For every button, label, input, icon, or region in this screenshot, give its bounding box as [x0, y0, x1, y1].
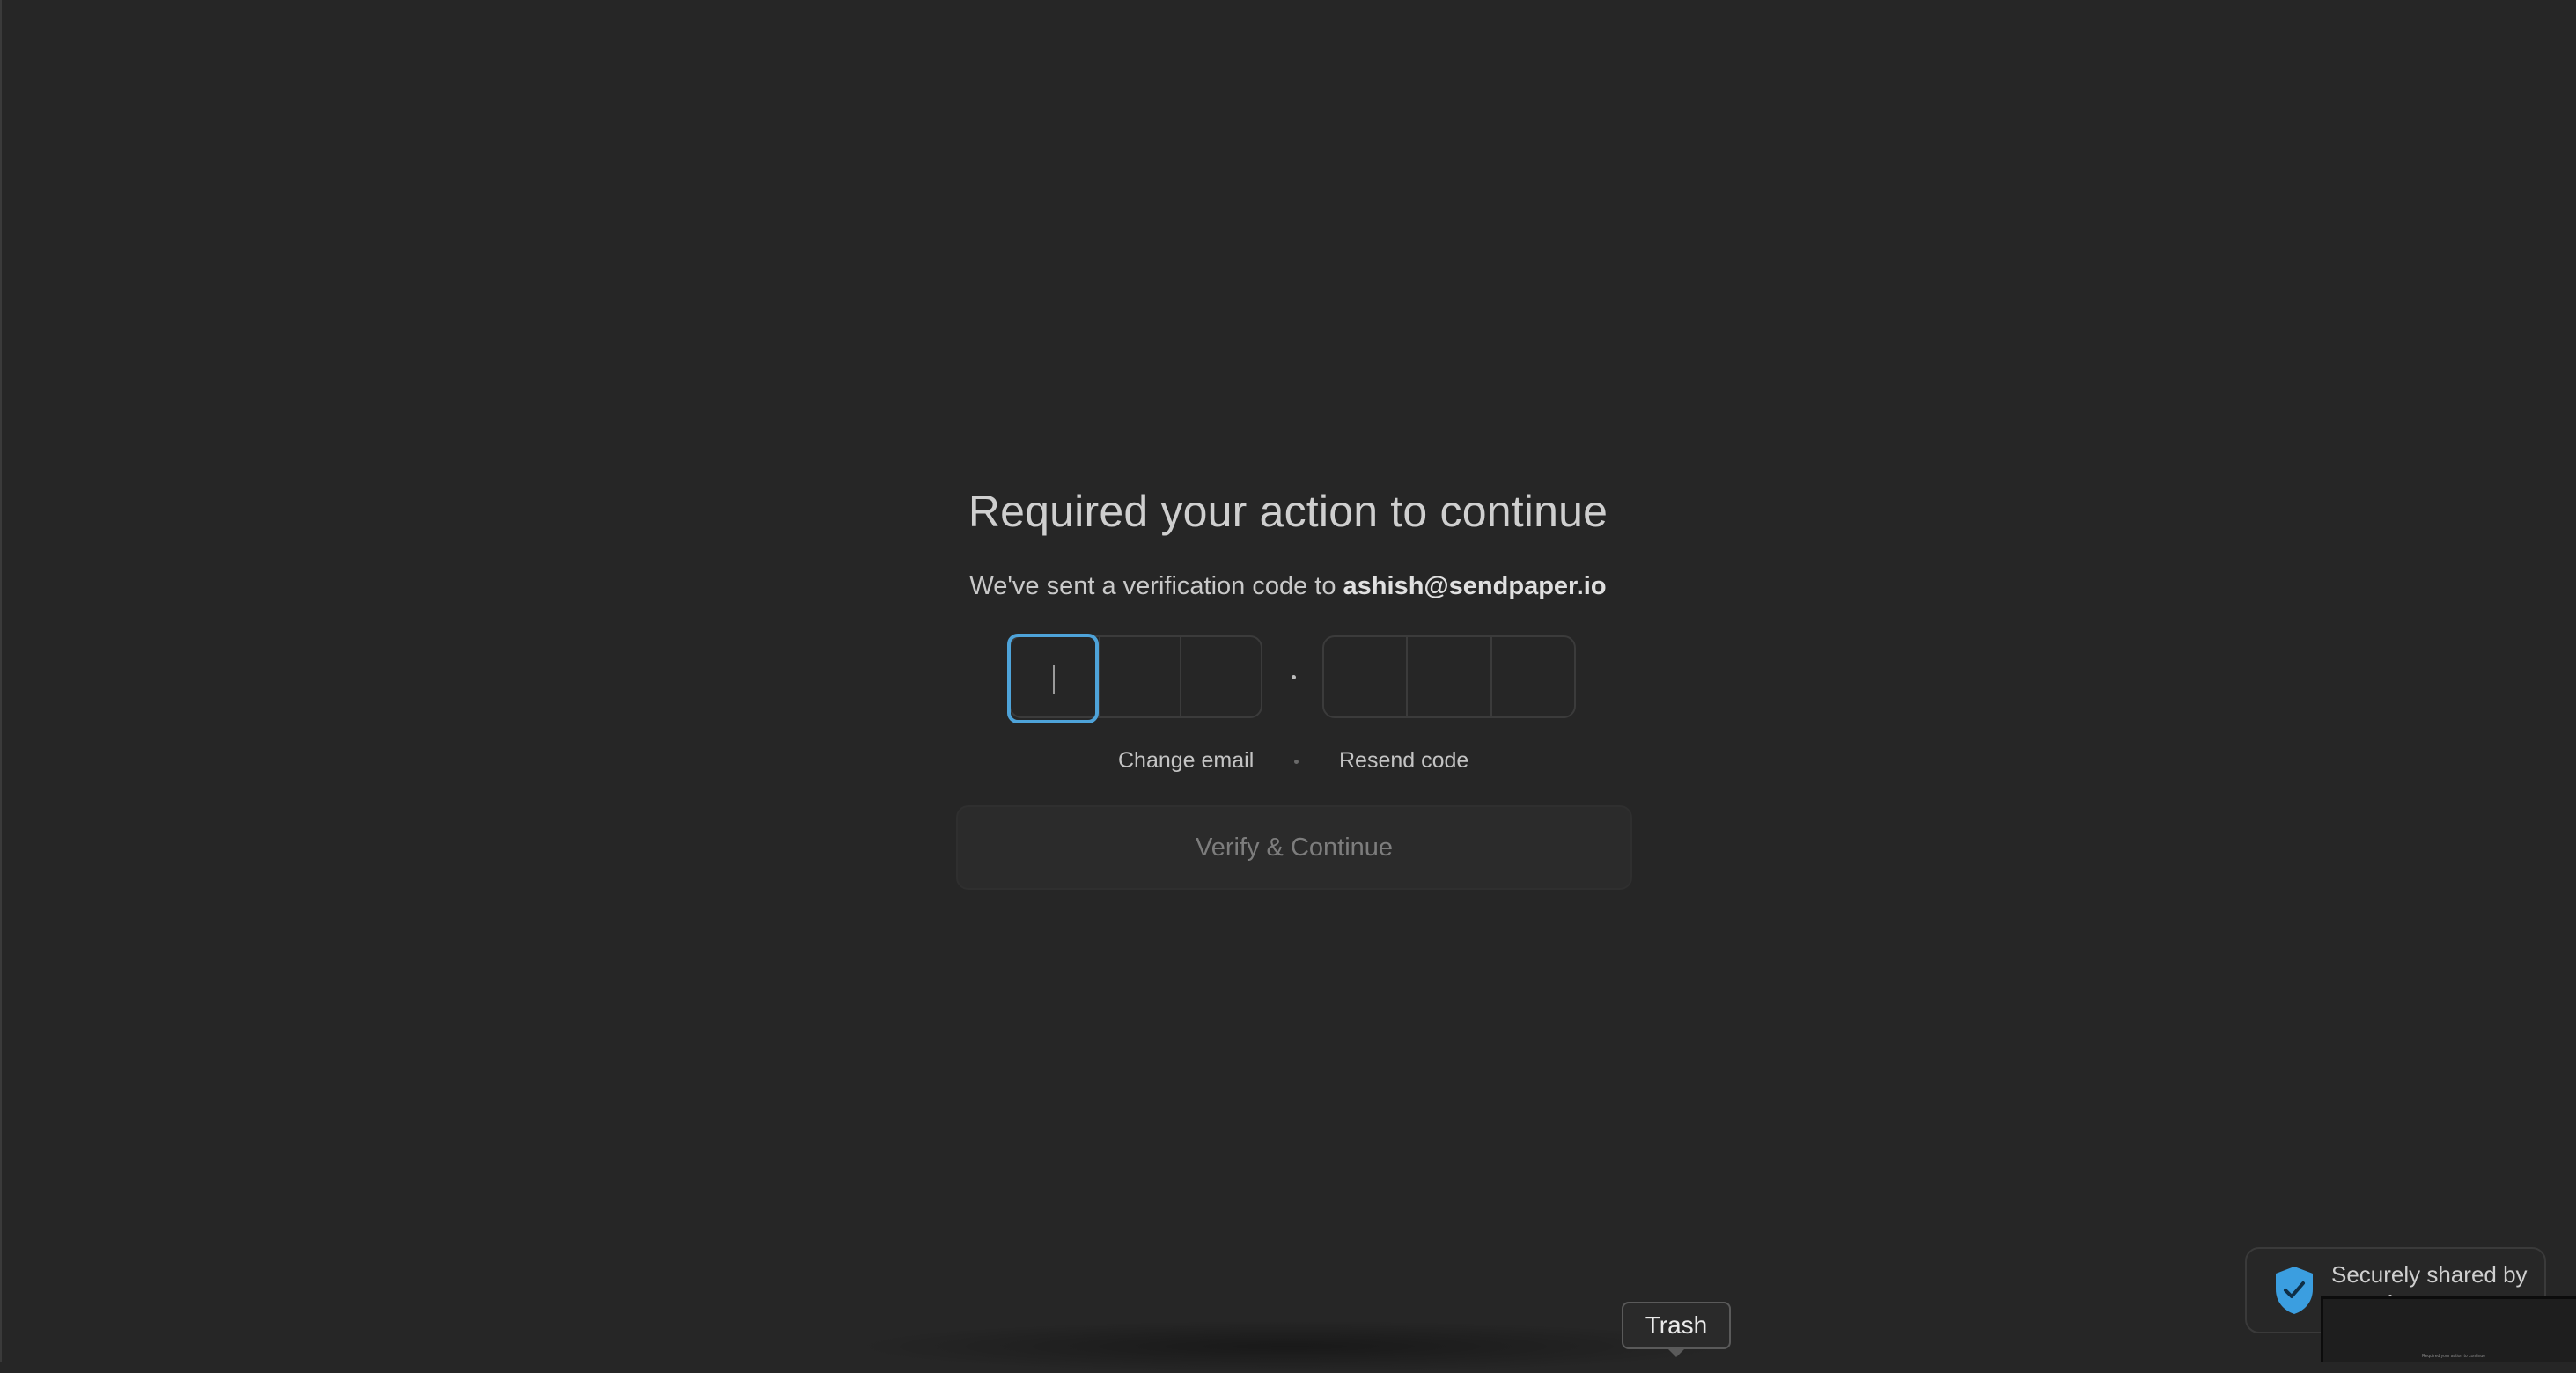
- code-digit-6[interactable]: [1490, 637, 1574, 716]
- code-digit-4[interactable]: [1324, 637, 1406, 716]
- code-separator: [1292, 675, 1296, 679]
- dock-tooltip: Trash: [1622, 1302, 1731, 1349]
- code-help-links: Change email Resend code: [0, 748, 2576, 778]
- thumbnail-title: Required your action to continue: [2422, 1354, 2485, 1359]
- dock-tooltip-arrow: [1667, 1347, 1686, 1357]
- window-preview-thumbnail[interactable]: Required your action to continue: [2321, 1296, 2576, 1362]
- resend-code-link[interactable]: Resend code: [1339, 748, 1468, 774]
- verify-continue-button[interactable]: Verify & Continue: [956, 805, 1632, 890]
- recipient-email: ashish@sendpaper.io: [1343, 572, 1607, 600]
- secure-share-text: Securely shared by: [2331, 1261, 2528, 1288]
- code-input-group-1: [1007, 634, 1262, 723]
- verification-message: We've sent a verification code to ashish…: [0, 572, 2576, 601]
- links-separator: [1294, 760, 1299, 764]
- page-title: Required your action to continue: [968, 487, 1608, 536]
- text-caret: [1053, 665, 1055, 694]
- code-digit-3[interactable]: [1180, 637, 1261, 716]
- dock-shadow: [845, 1320, 1734, 1373]
- code-digit-2[interactable]: [1099, 637, 1180, 716]
- shield-check-icon: [2276, 1267, 2313, 1314]
- window-edge: [0, 0, 2, 1362]
- code-digit-5[interactable]: [1406, 637, 1490, 716]
- code-input-group-2: [1322, 635, 1576, 718]
- verification-message-text: We've sent a verification code to: [969, 572, 1343, 600]
- change-email-link[interactable]: Change email: [1118, 748, 1254, 774]
- code-digit-1[interactable]: [1007, 634, 1099, 723]
